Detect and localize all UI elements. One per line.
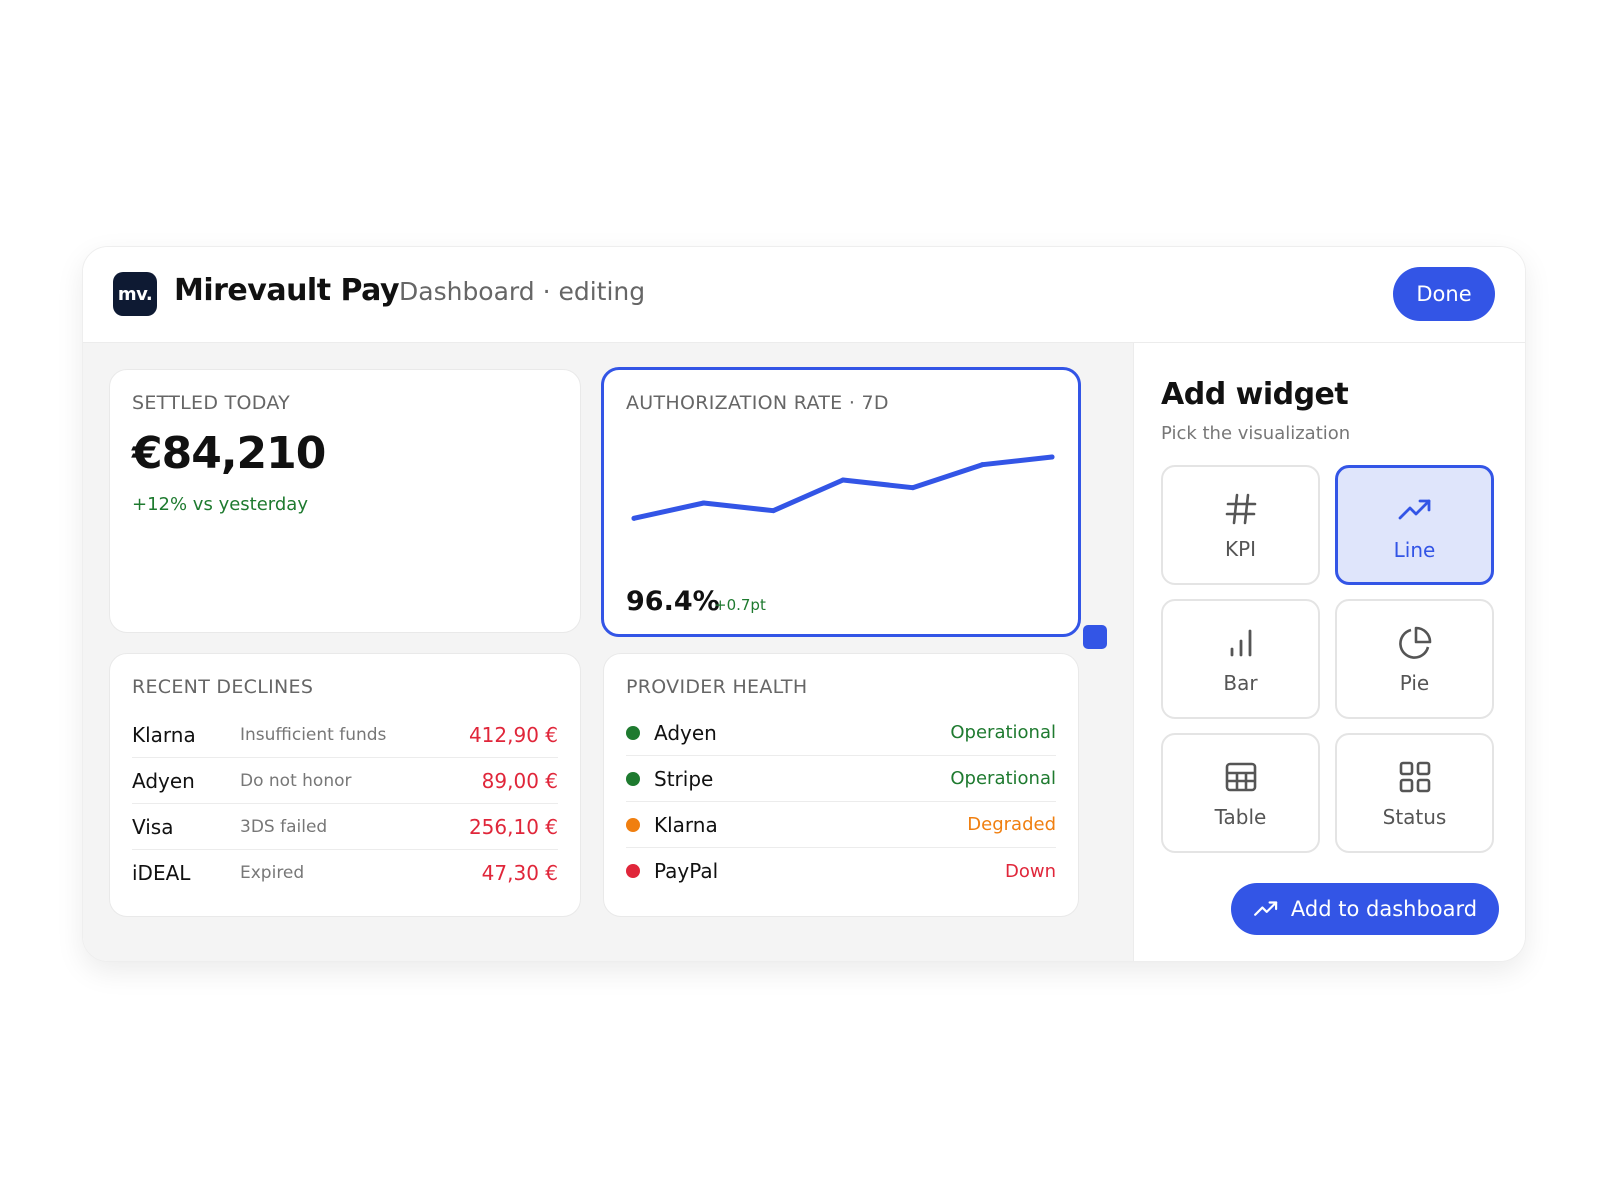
add-to-dashboard-label: Add to dashboard [1290, 897, 1478, 921]
widget-type-pie[interactable]: Pie [1335, 599, 1494, 719]
status-dot [626, 817, 640, 832]
decline-amount: 256,10 € [468, 814, 558, 839]
auth-rate-value: 96.4% [626, 586, 720, 617]
decline-reason: Do not honor [240, 770, 352, 791]
trend-up-icon [1253, 901, 1278, 916]
provider-name: Stripe [654, 766, 714, 791]
brand-logo: mv. [113, 272, 157, 316]
status-dot [626, 725, 640, 740]
widget-type-table[interactable]: Table [1161, 733, 1320, 853]
card-title: RECENT DECLINES [132, 676, 314, 698]
tile-label: KPI [1224, 537, 1257, 561]
widget-type-kpi[interactable]: KPI [1161, 465, 1320, 585]
add-widget-panel: Add widget Pick the visualization KPI Li… [1133, 343, 1525, 961]
add-to-dashboard-button[interactable]: Add to dashboard [1231, 883, 1499, 935]
auth-rate-delta: +0.7pt [714, 596, 766, 614]
status-badge: Down [1004, 860, 1056, 882]
widget-grid: SETTLED TODAY €84,210 +12% vs yesterday … [83, 343, 1133, 961]
decline-amount: 412,90 € [468, 722, 558, 747]
provider-name: PayPal [654, 859, 719, 883]
decline-provider: iDEAL [132, 861, 191, 885]
resize-handle[interactable] [1083, 625, 1107, 649]
bar-chart-icon [1230, 629, 1251, 657]
decline-provider: Visa [132, 814, 174, 839]
breadcrumb: Dashboard · editing [399, 277, 646, 306]
dashboard-window: mv. Mirevault Pay Dashboard · editing Do… [82, 246, 1526, 962]
pie-chart-icon [1398, 626, 1431, 659]
trend-up-icon [1398, 499, 1430, 520]
data-point [910, 485, 916, 491]
provider-name: Adyen [654, 720, 717, 745]
decline-provider: Klarna [132, 722, 196, 747]
hash-icon [1225, 493, 1256, 525]
table-row[interactable]: Visa 3DS failed 256,10 € [132, 804, 558, 850]
provider-name: Klarna [654, 812, 718, 837]
list-item[interactable]: PayPal Down [626, 848, 1056, 894]
kpi-card-settled-today[interactable]: SETTLED TODAY €84,210 +12% vs yesterday [109, 369, 581, 633]
data-point [701, 500, 707, 506]
decline-amount: 89,00 € [481, 768, 558, 793]
tile-label: Table [1214, 805, 1267, 829]
decline-reason: 3DS failed [240, 816, 328, 837]
status-card-provider-health[interactable]: PROVIDER HEALTH Adyen Operational Stripe… [603, 653, 1079, 917]
kpi-delta: +12% vs yesterday [132, 494, 308, 515]
list-item[interactable]: Adyen Operational [626, 710, 1056, 756]
data-point [1049, 454, 1055, 460]
decline-provider: Adyen [132, 768, 195, 793]
table-icon [1225, 762, 1256, 792]
panel-title: Add widget [1161, 377, 1349, 412]
data-point [840, 477, 846, 483]
card-title: PROVIDER HEALTH [626, 676, 808, 698]
widget-type-bar[interactable]: Bar [1161, 599, 1320, 719]
data-point [979, 462, 985, 468]
panel-subtitle: Pick the visualization [1161, 423, 1351, 444]
tile-label: Status [1382, 805, 1447, 829]
status-dot [626, 771, 640, 786]
list-item[interactable]: Stripe Operational [626, 756, 1056, 802]
kpi-value: €84,210 [132, 428, 326, 479]
table-row[interactable]: Adyen Do not honor 89,00 € [132, 758, 558, 804]
grid-icon [1399, 761, 1430, 793]
table-row[interactable]: Klarna Insufficient funds 412,90 € [132, 712, 558, 758]
data-point [770, 508, 776, 514]
status-badge: Degraded [967, 814, 1056, 835]
card-title: SETTLED TODAY [132, 392, 291, 414]
app-header: mv. Mirevault Pay Dashboard · editing Do… [83, 247, 1525, 343]
data-point [631, 515, 637, 521]
tile-label: Bar [1223, 671, 1258, 695]
done-button[interactable]: Done [1393, 267, 1495, 321]
line-card-authorization-rate[interactable]: AUTHORIZATION RATE · 7D 96.4% +0.7pt [601, 367, 1081, 637]
widget-type-line[interactable]: Line [1335, 465, 1494, 585]
status-badge: Operational [950, 768, 1056, 789]
decline-amount: 47,30 € [481, 861, 558, 885]
decline-reason: Insufficient funds [240, 724, 387, 745]
tile-label: Pie [1399, 671, 1430, 695]
decline-reason: Expired [240, 863, 305, 883]
status-badge: Operational [950, 722, 1056, 743]
table-row[interactable]: iDEAL Expired 47,30 € [132, 850, 558, 896]
widget-type-status[interactable]: Status [1335, 733, 1494, 853]
tile-label: Line [1393, 538, 1436, 562]
list-item[interactable]: Klarna Degraded [626, 802, 1056, 848]
table-card-recent-declines[interactable]: RECENT DECLINES Klarna Insufficient fund… [109, 653, 581, 917]
brand-name: Mirevault Pay [174, 273, 400, 308]
series-line [631, 454, 1055, 521]
status-dot [626, 864, 640, 878]
